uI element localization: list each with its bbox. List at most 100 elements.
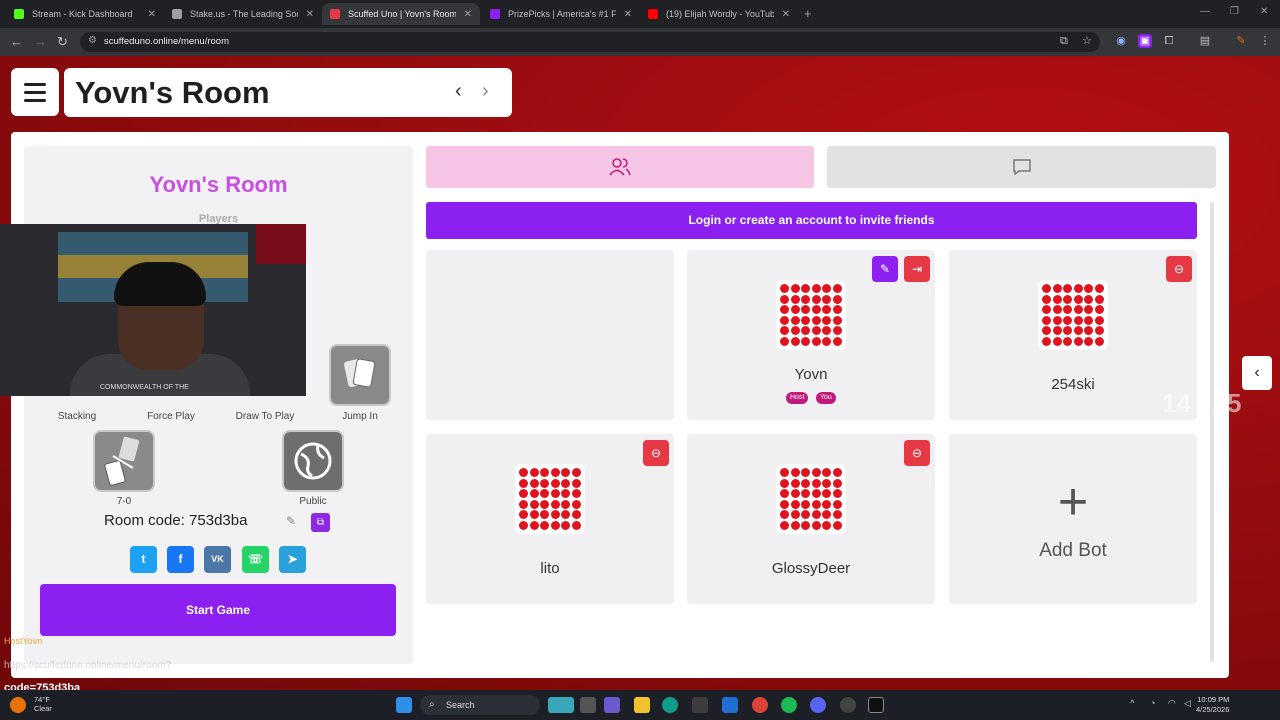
whatsapp-icon[interactable]: ☏ <box>242 546 269 573</box>
telegram-icon[interactable]: ➤ <box>279 546 306 573</box>
bookmark-star-icon[interactable]: ☆ <box>1082 34 1092 47</box>
volume-icon[interactable]: ◁ <box>1184 698 1191 709</box>
windows-start-icon[interactable] <box>396 697 412 713</box>
site-info-icon[interactable]: ⚙ <box>88 35 97 46</box>
scrollbar[interactable] <box>1210 202 1214 662</box>
avatar-dot <box>811 468 821 478</box>
player-name: 254ski <box>1051 376 1095 393</box>
avatar-dot <box>822 305 832 315</box>
public-toggle[interactable] <box>282 430 344 492</box>
tab-label: Stream - Kick Dashboard <box>32 9 133 19</box>
avatar-dot <box>1042 284 1052 294</box>
avatar-dot <box>1073 305 1083 315</box>
avatar-dot <box>1084 294 1094 304</box>
obs-icon[interactable] <box>840 697 856 713</box>
close-icon[interactable]: ✕ <box>464 9 472 20</box>
browser-tab-stake[interactable]: Stake.us - The Leading Social C ✕ <box>164 3 322 25</box>
app-icon[interactable] <box>722 697 738 713</box>
facebook-icon[interactable]: f <box>167 546 194 573</box>
widget-icon[interactable] <box>548 697 574 713</box>
kick-player-icon[interactable]: ⊖ <box>904 440 930 466</box>
store-icon[interactable] <box>692 697 708 713</box>
avatar-dot <box>571 489 581 499</box>
invite-friends-button[interactable]: Login or create an account to invite fri… <box>426 202 1197 239</box>
close-icon[interactable]: ✕ <box>782 9 790 20</box>
browser-tab-scuffed-uno[interactable]: Scuffed Uno | Yovn's Room ✕ <box>322 3 480 25</box>
avatar-dot <box>780 326 790 336</box>
avatar-dot <box>571 510 581 520</box>
webcam-overlay: COMMONWEALTH OF THE <box>0 224 306 396</box>
tab-players[interactable] <box>426 146 814 188</box>
edge-icon[interactable] <box>662 697 678 713</box>
copilot-icon[interactable] <box>604 697 620 713</box>
network-icon[interactable]: ◔ <box>1150 698 1155 708</box>
avatar-dot <box>519 489 529 499</box>
spotify-icon[interactable] <box>781 697 797 713</box>
twitter-icon[interactable]: t <box>130 546 157 573</box>
close-icon[interactable]: ✕ <box>148 9 156 20</box>
leave-room-icon[interactable]: ⇥ <box>904 256 930 282</box>
close-icon[interactable]: ✕ <box>624 9 632 20</box>
install-icon[interactable]: ⧉ <box>1060 35 1068 48</box>
weather-icon[interactable] <box>10 697 26 713</box>
new-tab-icon[interactable]: + <box>804 6 812 21</box>
hamburger-menu-button[interactable] <box>11 68 59 116</box>
app-icon[interactable] <box>868 697 884 713</box>
avatar-dot <box>1052 294 1062 304</box>
chrome-icon[interactable] <box>752 697 768 713</box>
browser-tab-kick[interactable]: Stream - Kick Dashboard ✕ <box>6 3 164 25</box>
tab-label: Scuffed Uno | Yovn's Room <box>348 9 456 19</box>
tab-chat[interactable] <box>827 146 1216 188</box>
avatar-dot <box>1084 284 1094 294</box>
chevron-left-icon[interactable]: ‹ <box>1242 356 1272 390</box>
chevron-right-icon[interactable]: › <box>482 80 489 103</box>
start-game-button[interactable]: Start Game <box>40 584 396 636</box>
maximize-icon[interactable]: ❐ <box>1230 6 1239 17</box>
avatar-dot <box>550 478 560 488</box>
avatar-dot <box>790 294 800 304</box>
tray-chevron-icon[interactable]: ^ <box>1130 698 1134 708</box>
window-close-icon[interactable]: ✕ <box>1260 6 1268 17</box>
side-panel-icon[interactable]: ▤ <box>1198 34 1212 48</box>
wifi-icon[interactable]: ◠ <box>1168 698 1176 709</box>
file-explorer-icon[interactable] <box>634 697 650 713</box>
plus-icon: + <box>1057 473 1089 531</box>
back-icon[interactable]: ← <box>10 34 23 49</box>
add-bot-card[interactable]: + Add Bot <box>949 434 1197 604</box>
vk-icon[interactable]: VK <box>204 546 231 573</box>
edit-profile-icon[interactable]: ✎ <box>872 256 898 282</box>
taskbar-search[interactable]: ⌕ Search <box>420 695 540 715</box>
kick-player-icon[interactable]: ⊖ <box>643 440 669 466</box>
minimize-icon[interactable]: — <box>1200 6 1210 17</box>
extension-icon[interactable]: ✎ <box>1234 34 1248 48</box>
task-view-icon[interactable] <box>580 697 596 713</box>
extensions-puzzle-icon[interactable]: ⧠ <box>1162 34 1176 48</box>
avatar-dot <box>1052 315 1062 325</box>
discord-icon[interactable] <box>810 697 826 713</box>
seven-zero-toggle[interactable] <box>93 430 155 492</box>
close-icon[interactable]: ✕ <box>306 9 314 20</box>
extension-icon[interactable]: ◉ <box>1114 34 1128 48</box>
search-icon: ⌕ <box>429 699 435 710</box>
browser-tab-youtube[interactable]: (19) Elijah Wordly - YouTube ✕ <box>640 3 798 25</box>
clock[interactable]: 10:09 PM 4/25/2026 <box>1196 695 1229 715</box>
avatar-dot <box>801 520 811 530</box>
extension-icon[interactable]: ▣ <box>1138 34 1152 48</box>
avatar-dot <box>811 284 821 294</box>
chevron-left-icon[interactable]: ‹ <box>455 80 462 103</box>
reload-icon[interactable]: ↻ <box>57 34 68 50</box>
browser-tab-prizepicks[interactable]: PrizePicks | America's #1 Fanta ✕ <box>482 3 640 25</box>
copy-icon[interactable]: ⧉ <box>311 513 330 532</box>
avatar-dot <box>832 315 842 325</box>
weather-widget[interactable]: 74°F Clear <box>34 695 52 713</box>
forward-icon[interactable]: → <box>34 34 47 49</box>
avatar-dot <box>561 520 571 530</box>
rule-label: Stacking <box>57 411 97 422</box>
kick-player-icon[interactable]: ⊖ <box>1166 256 1192 282</box>
more-menu-icon[interactable]: ⋮ <box>1258 34 1272 48</box>
avatar-dot <box>1084 326 1094 336</box>
url-field[interactable]: ⚙ scuffeduno.online/menu/room ⧉ ☆ <box>80 32 1100 52</box>
avatar-dot <box>540 478 550 488</box>
jump-in-toggle[interactable] <box>329 344 391 406</box>
edit-icon[interactable]: ✎ <box>286 514 296 528</box>
